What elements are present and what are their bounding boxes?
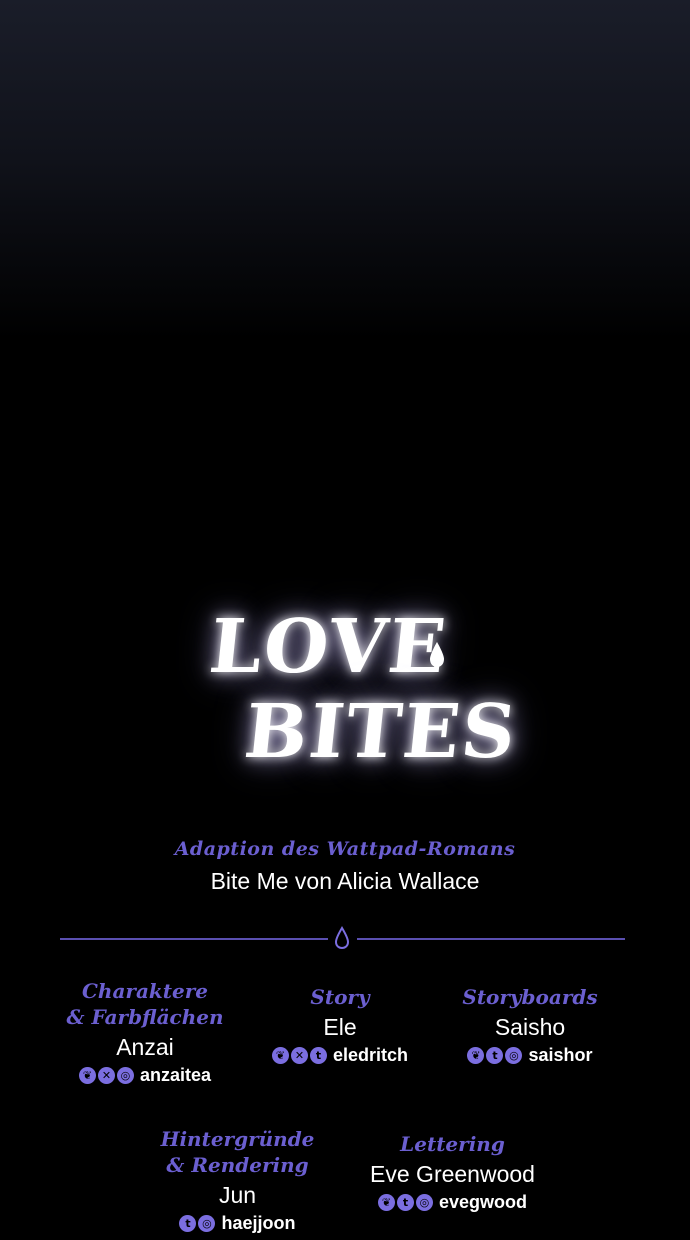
blood-drop-icon xyxy=(430,642,444,667)
credit-storyboards: Storyboards Saisho ❦ t ◎ saishor xyxy=(440,984,620,1066)
social-handle: ❦ t ◎ evegwood xyxy=(345,1192,560,1213)
role-label: Story xyxy=(310,985,370,1009)
bluesky-icon: ❦ xyxy=(377,1194,395,1211)
credit-name: Ele xyxy=(323,1014,357,1040)
social-handle: ❦ t ◎ saishor xyxy=(440,1045,620,1066)
logo-line-1: LOVE xyxy=(205,604,452,690)
role-label: Lettering xyxy=(400,1132,505,1156)
credit-name: Jun xyxy=(218,1182,257,1208)
source-novel: Bite Me von Alicia Wallace xyxy=(210,868,480,894)
credit-lettering: Lettering Eve Greenwood ❦ t ◎ evegwood xyxy=(345,1131,560,1213)
instagram-icon: ◎ xyxy=(116,1067,134,1084)
handle-text: haejjoon xyxy=(221,1213,296,1233)
credit-name: Anzai xyxy=(116,1034,174,1060)
role-label: & Rendering xyxy=(166,1153,309,1177)
tumblr-icon: t xyxy=(486,1047,504,1064)
credit-name: Saisho xyxy=(494,1014,566,1040)
x-icon: ✕ xyxy=(97,1067,115,1084)
instagram-icon: ◎ xyxy=(415,1194,433,1211)
role-label: Charaktere xyxy=(82,979,208,1003)
credit-name: Eve Greenwood xyxy=(370,1161,535,1187)
role-label: Hintergründe xyxy=(160,1127,315,1151)
handle-text: anzaitea xyxy=(139,1065,212,1085)
divider xyxy=(60,926,625,950)
tumblr-icon: t xyxy=(396,1194,414,1211)
handle-text: saishor xyxy=(528,1045,593,1065)
x-icon: ✕ xyxy=(290,1047,308,1064)
drop-outline-icon xyxy=(334,926,350,950)
bluesky-icon: ❦ xyxy=(271,1047,289,1064)
adaptation-subtitle: Adaption des Wattpad-Romans xyxy=(174,838,516,860)
bluesky-icon: ❦ xyxy=(78,1067,96,1084)
logo-line-2: BITES xyxy=(240,689,522,775)
handle-text: eledritch xyxy=(332,1045,409,1065)
social-handle: t ◎ haejjoon xyxy=(140,1213,335,1234)
credit-story: Story Ele ❦ ✕ t eledritch xyxy=(245,984,435,1066)
role-label: & Farbflächen xyxy=(66,1005,224,1029)
instagram-icon: ◎ xyxy=(198,1215,216,1232)
tumblr-icon: t xyxy=(179,1215,197,1232)
credit-charaktere: Charaktere & Farbflächen Anzai ❦ ✕ ◎ anz… xyxy=(35,978,255,1086)
tumblr-icon: t xyxy=(309,1047,327,1064)
instagram-icon: ◎ xyxy=(505,1047,523,1064)
bluesky-icon: ❦ xyxy=(467,1047,485,1064)
role-label: Storyboards xyxy=(462,985,598,1009)
social-handle: ❦ ✕ ◎ anzaitea xyxy=(35,1065,255,1086)
love-bites-logo: LOVE BITES xyxy=(200,600,521,790)
social-handle: ❦ ✕ t eledritch xyxy=(245,1045,435,1066)
credit-hintergruende: Hintergründe & Rendering Jun t ◎ haejjoo… xyxy=(140,1126,335,1234)
handle-text: evegwood xyxy=(438,1192,527,1212)
